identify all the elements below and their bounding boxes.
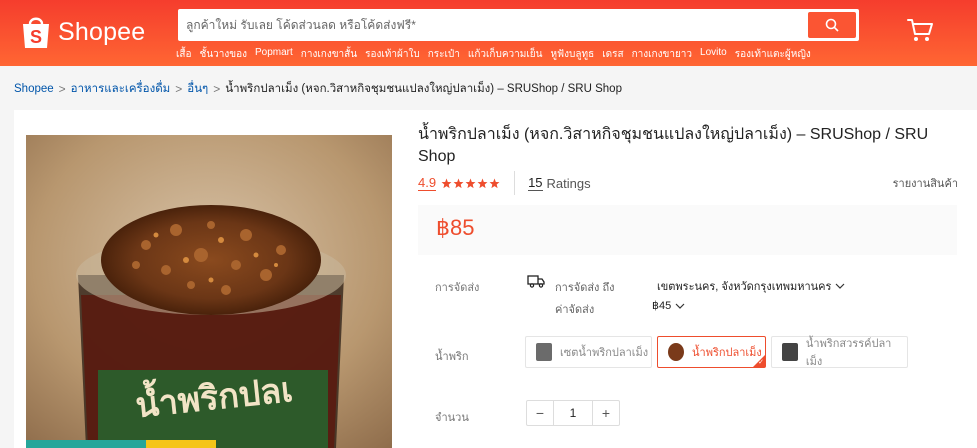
increase-button[interactable]: +: [593, 401, 619, 425]
quantity-label: จำนวน: [435, 412, 469, 424]
quantity-stepper: − 1 +: [526, 400, 620, 426]
search-bar: [178, 9, 859, 41]
quick-link[interactable]: หูฟังบลูทูธ: [550, 47, 594, 62]
star-icon: [489, 178, 500, 188]
star-icon: [453, 178, 464, 188]
quick-link[interactable]: เสื้อ: [176, 47, 192, 62]
search-input[interactable]: [186, 9, 786, 41]
variant-label: น้ำพริก: [435, 351, 469, 363]
report-product-link[interactable]: รายงานสินค้า: [893, 174, 958, 192]
ratings-label: Ratings: [546, 175, 591, 191]
rating-stars: [441, 178, 500, 189]
variant-option[interactable]: น้ำพริกสวรรค์ปลาเม็ง: [771, 336, 908, 368]
quick-link[interactable]: กางเกงขาสั้น: [301, 47, 357, 62]
decrease-button[interactable]: −: [527, 401, 553, 425]
quick-link[interactable]: ชั้นวางของ: [200, 47, 247, 62]
product-price: ฿85: [436, 215, 475, 240]
price-box: ฿85: [418, 205, 957, 255]
breadcrumb-current: น้ำพริกปลาเม็ง (หจก.วิสาหกิจชุมชนแปลงใหญ…: [225, 83, 622, 95]
cart-icon[interactable]: [906, 16, 934, 44]
variant-option-selected[interactable]: น้ำพริกปลาเม็ง ✓: [657, 336, 766, 368]
shipping-fee-dropdown[interactable]: ฿45: [652, 299, 685, 312]
product-image[interactable]: น้ำพริกปลเ: [26, 135, 392, 448]
top-header: S Shopee เสื้อ ชั้นวางของ Popmart กางเกง…: [0, 0, 977, 66]
shipping-label: การจัดส่ง: [435, 282, 480, 294]
product-title: น้ำพริกปลาเม็ง (หจก.วิสาหกิจชุมชนแปลงใหญ…: [418, 126, 929, 165]
chevron-right-icon: >: [58, 82, 66, 96]
rating-score[interactable]: 4.9: [418, 175, 437, 191]
quick-link[interactable]: แก้วเก็บความเย็น: [468, 47, 543, 62]
ship-to-dropdown[interactable]: เขตพระนคร, จังหวัดกรุงเทพมหานคร: [657, 277, 845, 295]
variant-label-text: น้ำพริกสวรรค์ปลาเม็ง: [805, 338, 892, 368]
star-icon: [465, 178, 476, 188]
variant-thumbnail: [782, 343, 798, 361]
quick-link[interactable]: รองเท้าผ้าใบ: [365, 47, 420, 62]
breadcrumb: Shopee > อาหารและเครื่องดื่ม > อื่นๆ > น…: [14, 80, 622, 98]
search-button[interactable]: [808, 12, 856, 38]
product-card: น้ำพริกปลเ น้ำพริกปลาเม็ง (หจก.วิสาหกิจช…: [14, 110, 977, 448]
ship-to-value: เขตพระนคร, จังหวัดกรุงเทพมหานคร: [657, 281, 832, 293]
shipping-fee-value: ฿45: [652, 300, 672, 312]
brand-name: Shopee: [58, 17, 146, 46]
quick-link[interactable]: Lovito: [700, 47, 727, 62]
quick-link[interactable]: รองเท้าแตะผู้หญิง: [735, 47, 811, 62]
variant-label-text: เซตน้ำพริกปลาเม็ง: [560, 347, 649, 359]
divider: [514, 171, 516, 195]
breadcrumb-link[interactable]: อาหารและเครื่องดื่ม: [71, 80, 171, 98]
quick-link[interactable]: กระเป๋า: [428, 47, 460, 62]
variant-thumbnail: [668, 343, 684, 361]
variant-label-text: น้ำพริกปลาเม็ง: [692, 347, 762, 359]
breadcrumb-link[interactable]: อื่นๆ: [187, 80, 208, 98]
quick-link[interactable]: Popmart: [255, 47, 293, 62]
star-icon: [477, 178, 488, 188]
variant-thumbnail: [536, 343, 552, 361]
ratings-count[interactable]: 15: [528, 175, 543, 191]
shipping-fee-label: ค่าจัดส่ง: [555, 304, 595, 316]
quick-link[interactable]: กางเกงขายาว: [632, 47, 692, 62]
chevron-down-icon: [675, 303, 685, 309]
ship-to-label: การจัดส่ง ถึง: [555, 282, 615, 294]
rating-row: 4.9 15 Ratings รายงานสินค้า: [418, 171, 958, 195]
svg-text:S: S: [30, 27, 42, 47]
chevron-right-icon: >: [175, 82, 183, 96]
star-icon: [441, 178, 452, 188]
chevron-down-icon: [836, 283, 845, 289]
truck-icon: [527, 275, 545, 288]
shopee-logo[interactable]: S Shopee: [20, 8, 145, 56]
quick-links: เสื้อ ชั้นวางของ Popmart กางเกงขาสั้น รอ…: [176, 47, 811, 62]
quick-link[interactable]: เดรส: [602, 47, 623, 62]
variant-option[interactable]: เซตน้ำพริกปลาเม็ง: [525, 336, 652, 368]
search-icon: [825, 18, 839, 32]
breadcrumb-link[interactable]: Shopee: [14, 83, 54, 95]
chevron-right-icon: >: [213, 82, 221, 96]
check-icon: ✓: [758, 359, 764, 366]
shopping-bag-icon: S: [23, 17, 49, 48]
quantity-input[interactable]: 1: [553, 401, 593, 425]
